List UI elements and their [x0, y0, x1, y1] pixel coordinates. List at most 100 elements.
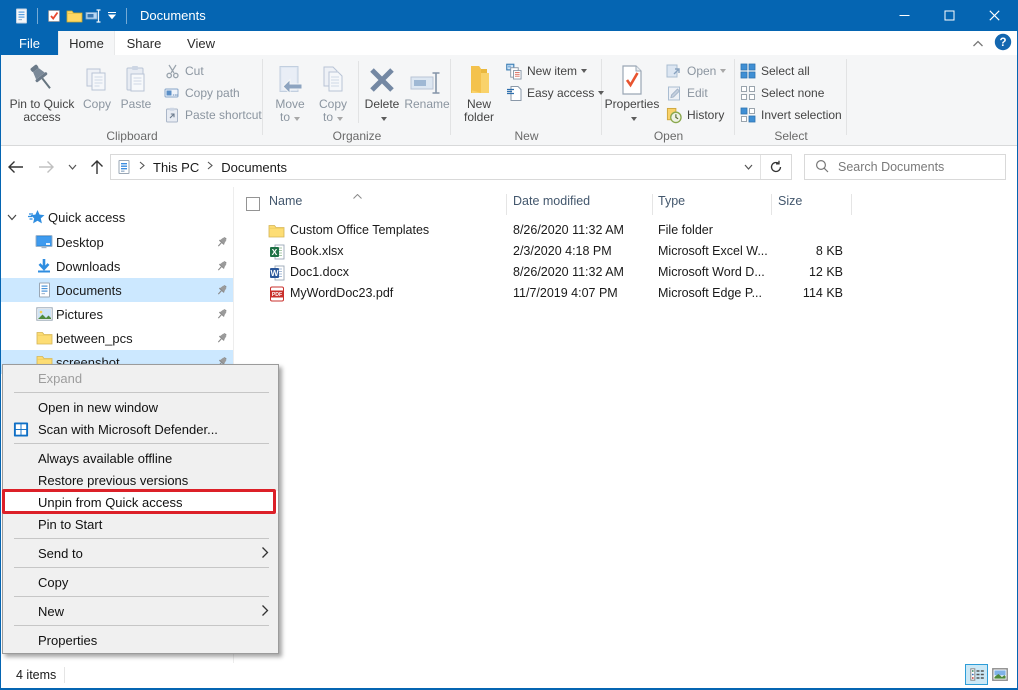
help-icon[interactable]: ?: [994, 33, 1012, 54]
menu-item-pin-to-start[interactable]: Pin to Start: [3, 513, 278, 535]
sidebar-item-documents[interactable]: Documents: [1, 278, 233, 302]
menu-item-properties[interactable]: Properties: [3, 629, 278, 651]
thumbnail-view-button[interactable]: [988, 664, 1011, 685]
paste-shortcut-button[interactable]: Paste shortcut: [164, 104, 262, 126]
open-button[interactable]: Open: [666, 60, 726, 82]
menu-item-scan-with-microsoft-defender[interactable]: Scan with Microsoft Defender...: [3, 418, 278, 440]
back-button[interactable]: [1, 160, 31, 174]
breadcrumb: This PC Documents: [132, 155, 737, 179]
sidebar-item-quick-access[interactable]: Quick access: [1, 205, 233, 229]
rename-button[interactable]: Rename: [404, 58, 450, 132]
qat-customize-chevron-icon[interactable]: [104, 5, 120, 27]
file-row[interactable]: W Doc1.docx 8/26/2020 11:32 AM Microsoft…: [238, 262, 1017, 283]
svg-text:W: W: [270, 268, 279, 278]
menu-item-unpin-from-quick-access[interactable]: Unpin from Quick access: [3, 491, 278, 513]
close-button[interactable]: [972, 0, 1017, 30]
copy-icon: [84, 61, 110, 95]
address-row: This PC Documents Search Documents: [1, 146, 1017, 187]
tab-file[interactable]: File: [1, 31, 58, 55]
column-header-date-modified[interactable]: Date modified: [513, 194, 590, 208]
copy-button[interactable]: Copy: [78, 58, 116, 132]
search-input[interactable]: Search Documents: [804, 154, 1006, 180]
easy-access-button[interactable]: Easy access: [506, 82, 604, 104]
breadcrumb-documents[interactable]: Documents: [215, 160, 293, 175]
properties-button[interactable]: Properties: [604, 58, 660, 132]
maximize-button[interactable]: [927, 0, 972, 30]
breadcrumb-chevron-icon: [205, 161, 215, 173]
pin-icon: [27, 61, 57, 95]
ribbon-controls: ?: [972, 31, 1012, 55]
cut-button[interactable]: Cut: [164, 60, 204, 82]
sidebar-item-downloads[interactable]: Downloads: [1, 254, 233, 278]
tab-home[interactable]: Home: [58, 31, 115, 55]
ribbon-tab-row: File Home Share View ?: [1, 31, 1017, 55]
select-all-checkbox[interactable]: [246, 197, 260, 211]
column-separator[interactable]: [771, 194, 772, 215]
copy-to-button[interactable]: Copyto: [312, 58, 354, 132]
minimize-button[interactable]: [882, 0, 927, 30]
address-bar[interactable]: This PC Documents: [110, 154, 792, 180]
sidebar-item-label: Quick access: [48, 210, 233, 225]
sidebar-item-desktop[interactable]: Desktop: [1, 230, 233, 254]
menu-item-restore-previous-versions[interactable]: Restore previous versions: [3, 469, 278, 491]
easy-access-label: Easy access: [527, 86, 594, 100]
menu-item-label: Properties: [38, 633, 97, 648]
menu-item-copy[interactable]: Copy: [3, 571, 278, 593]
window-title: Documents: [140, 8, 206, 23]
column-separator[interactable]: [506, 194, 507, 215]
column-separator[interactable]: [652, 194, 653, 215]
qat-properties-button[interactable]: [44, 5, 64, 27]
menu-item-always-available-offline[interactable]: Always available offline: [3, 447, 278, 469]
qat-rename-button[interactable]: [84, 5, 104, 27]
file-row[interactable]: Custom Office Templates 8/26/2020 11:32 …: [238, 220, 1017, 241]
tab-share[interactable]: Share: [115, 31, 173, 55]
column-separator[interactable]: [851, 194, 852, 215]
column-header-size[interactable]: Size: [778, 194, 802, 208]
qat-new-folder-button[interactable]: [64, 5, 84, 27]
group-separator: [846, 59, 847, 135]
details-view-button[interactable]: [965, 664, 988, 685]
pin-to-quick-access-button[interactable]: Pin to Quickaccess: [6, 58, 78, 132]
recent-locations-chevron-icon[interactable]: [61, 164, 83, 170]
delete-button[interactable]: Delete: [361, 58, 403, 132]
select-all-label: Select all: [761, 64, 810, 78]
svg-text:X: X: [271, 247, 277, 257]
sidebar-item-pictures[interactable]: Pictures: [1, 302, 233, 326]
minimize-ribbon-icon[interactable]: [972, 36, 984, 51]
history-button[interactable]: History: [666, 104, 724, 126]
file-row[interactable]: PDF MyWordDoc23.pdf 11/7/2019 4:07 PM Mi…: [238, 283, 1017, 304]
refresh-button[interactable]: [761, 155, 791, 179]
menu-item-expand[interactable]: Expand: [3, 367, 278, 389]
column-header-name[interactable]: Name: [269, 194, 302, 208]
copy-path-button[interactable]: Copy path: [164, 82, 240, 104]
move-to-icon: [276, 61, 304, 95]
paste-button[interactable]: Paste: [116, 58, 156, 132]
breadcrumb-this-pc[interactable]: This PC: [147, 160, 205, 175]
file-name: MyWordDoc23.pdf: [290, 286, 393, 300]
collapse-chevron-icon[interactable]: [1, 214, 23, 221]
menu-item-send-to[interactable]: Send to: [3, 542, 278, 564]
forward-button[interactable]: [31, 160, 61, 174]
group-label-select: Select: [735, 129, 847, 143]
move-to-button[interactable]: Moveto: [269, 58, 311, 132]
select-none-button[interactable]: Select none: [740, 82, 824, 104]
address-dropdown-chevron-icon[interactable]: [737, 155, 761, 179]
up-button[interactable]: [83, 159, 111, 175]
column-header-type[interactable]: Type: [658, 194, 685, 208]
new-folder-button[interactable]: Newfolder: [457, 58, 501, 132]
new-item-button[interactable]: New item: [506, 60, 587, 82]
menu-item-open-in-new-window[interactable]: Open in new window: [3, 396, 278, 418]
sidebar-item-label: Downloads: [56, 259, 211, 274]
edit-button[interactable]: Edit: [666, 82, 708, 104]
title-bar: Documents: [1, 0, 1017, 31]
menu-item-label: Scan with Microsoft Defender...: [38, 422, 218, 437]
sidebar-item-between-pcs[interactable]: between_pcs: [1, 326, 233, 350]
invert-selection-button[interactable]: Invert selection: [740, 104, 842, 126]
menu-item-new[interactable]: New: [3, 600, 278, 622]
explorer-window: Documents File Home Share View ? Clipboa…: [0, 0, 1018, 690]
file-row[interactable]: X Book.xlsx 2/3/2020 4:18 PM Microsoft E…: [238, 241, 1017, 262]
excel-icon: X: [268, 243, 285, 260]
tab-view[interactable]: View: [173, 31, 229, 55]
select-all-button[interactable]: Select all: [740, 60, 810, 82]
ribbon-group-new: New Newfolder New item Easy access: [451, 55, 602, 145]
